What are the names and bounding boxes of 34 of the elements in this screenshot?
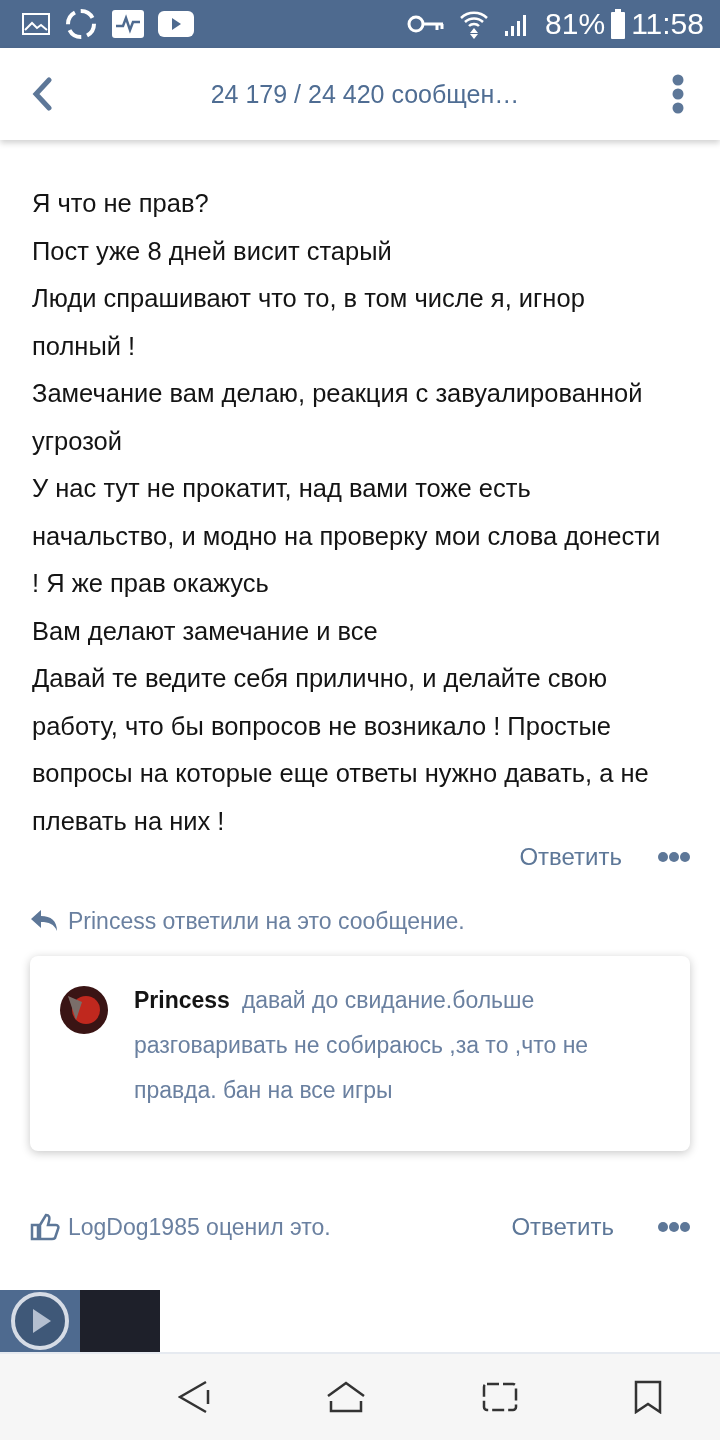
gallery-icon	[22, 13, 50, 35]
post-text: У нас тут не прокатит, над вами тоже есть начальство, и модно на проверку мои слова донести ! Я же прав окажусь	[32, 473, 662, 599]
battery-percent: 81%	[545, 7, 606, 41]
home-icon[interactable]	[326, 1381, 366, 1413]
reply-notice[interactable]: Princess ответили на это сообщение.	[68, 907, 465, 935]
post-text: Я что не прав?	[32, 188, 210, 219]
post-text: Давай те ведите себя прилично, и делайте свою работу, что бы вопросов не возникало ! Простые вопросы на которые еще ответы нужно давать, а не плевать на них !	[32, 663, 650, 837]
reply-link[interactable]: Ответить	[519, 843, 622, 871]
play-icon[interactable]	[10, 1291, 70, 1351]
battery-icon	[611, 9, 626, 39]
page-title: 24 179 / 24 420 сообщен…	[209, 79, 521, 109]
reply-arrow-icon	[30, 909, 60, 933]
more-icon[interactable]	[671, 73, 685, 115]
bookmark-icon[interactable]	[634, 1380, 662, 1414]
avatar	[60, 986, 108, 1034]
back-icon[interactable]	[178, 1380, 210, 1414]
video-play-icon	[158, 11, 194, 37]
more-icon[interactable]	[658, 1221, 690, 1233]
like-icon	[30, 1213, 60, 1241]
reply-text: Princess давай до свидание.больше разговаривать не собираюсь ,за то ,что не правда. бан на все игры	[134, 986, 590, 1105]
post-text: Люди спрашивают что то, в том числе я, игнор полный !	[32, 283, 586, 362]
recent-apps-icon[interactable]	[482, 1382, 518, 1412]
more-icon[interactable]	[658, 851, 690, 863]
clock: 11:58	[631, 7, 704, 41]
post-text: Замечание вам делаю, реакция с завуалированной угрозой	[32, 378, 644, 457]
pulse-icon	[112, 10, 144, 38]
sync-icon	[64, 7, 98, 41]
post-text: Пост уже 8 дней висит старый	[32, 235, 393, 267]
reply-link[interactable]: Ответить	[511, 1213, 614, 1241]
floating-player[interactable]	[0, 1290, 160, 1352]
key-icon	[407, 14, 446, 34]
wifi-icon	[459, 9, 490, 39]
like-notice: LogDog1985 оценил это.	[68, 1213, 332, 1241]
post-text: Вам делают замечание и все	[32, 615, 379, 647]
